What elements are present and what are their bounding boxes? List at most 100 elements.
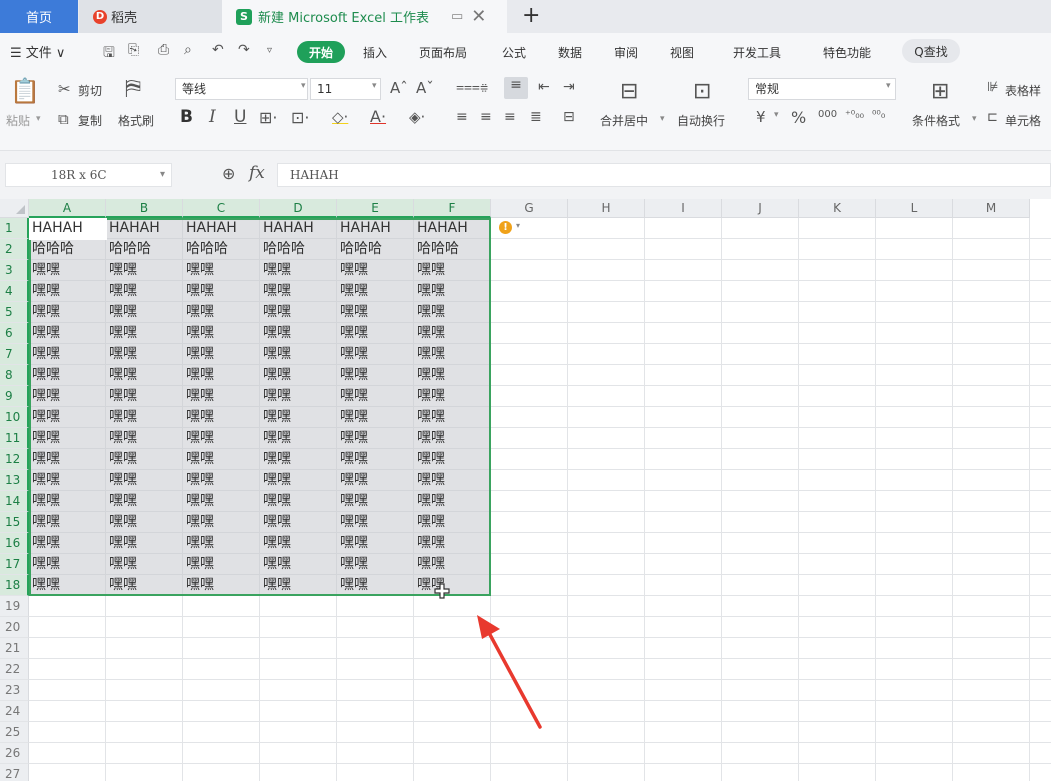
align-right-icon[interactable]: ≡ bbox=[504, 109, 516, 125]
cell-f2[interactable]: 哈哈哈 bbox=[414, 239, 491, 260]
cell-f14[interactable]: 嘿嘿 bbox=[414, 491, 491, 512]
row-header-10[interactable]: 10 bbox=[0, 407, 29, 428]
cell-e1[interactable]: HAHAH bbox=[337, 218, 414, 239]
menu-data[interactable]: 数据 bbox=[558, 44, 582, 61]
row-header-16[interactable]: 16 bbox=[0, 533, 29, 554]
name-box[interactable]: 18R x 6C ▾ bbox=[5, 163, 172, 187]
cell-b8[interactable]: 嘿嘿 bbox=[106, 365, 183, 386]
cell-b2[interactable]: 哈哈哈 bbox=[106, 239, 183, 260]
conditional-format-dropdown-icon[interactable]: ▾ bbox=[972, 114, 977, 124]
paste-icon[interactable]: 📋 bbox=[10, 77, 40, 105]
cell-b14[interactable]: 嘿嘿 bbox=[106, 491, 183, 512]
cell-style-button[interactable]: 单元格 bbox=[1005, 112, 1041, 129]
cell-e6[interactable]: 嘿嘿 bbox=[337, 323, 414, 344]
menu-developer[interactable]: 开发工具 bbox=[733, 44, 781, 61]
cell-d6[interactable]: 嘿嘿 bbox=[260, 323, 337, 344]
merge-dropdown-icon[interactable]: ▾ bbox=[660, 114, 665, 124]
file-menu[interactable]: ☰ 文件 ∨ bbox=[10, 42, 65, 61]
cell-c7[interactable]: 嘿嘿 bbox=[183, 344, 260, 365]
cell-f16[interactable]: 嘿嘿 bbox=[414, 533, 491, 554]
borders-icon[interactable]: ⊞· bbox=[259, 108, 278, 127]
row-header-7[interactable]: 7 bbox=[0, 344, 29, 365]
cell-e8[interactable]: 嘿嘿 bbox=[337, 365, 414, 386]
cell-f1[interactable]: HAHAH bbox=[414, 218, 491, 239]
conditional-format-button[interactable]: 条件格式 bbox=[912, 112, 960, 129]
cell-e5[interactable]: 嘿嘿 bbox=[337, 302, 414, 323]
column-header-l[interactable]: L bbox=[876, 199, 953, 218]
cell-a11[interactable]: 嘿嘿 bbox=[29, 428, 106, 449]
cell-e10[interactable]: 嘿嘿 bbox=[337, 407, 414, 428]
warning-dropdown-icon[interactable]: ▾ bbox=[516, 221, 520, 230]
search-button[interactable]: Q查找 bbox=[902, 39, 960, 63]
cell-f6[interactable]: 嘿嘿 bbox=[414, 323, 491, 344]
cell-a1[interactable]: HAHAH bbox=[29, 218, 106, 239]
align-top-icon[interactable]: ⩶ bbox=[456, 79, 480, 95]
cell-f13[interactable]: 嘿嘿 bbox=[414, 470, 491, 491]
align-center-icon[interactable]: ≡ bbox=[480, 109, 492, 125]
tab-home[interactable]: 首页 bbox=[0, 0, 78, 33]
column-header-h[interactable]: H bbox=[568, 199, 645, 218]
cell-d5[interactable]: 嘿嘿 bbox=[260, 302, 337, 323]
new-tab-button[interactable]: + bbox=[522, 3, 540, 28]
cell-a7[interactable]: 嘿嘿 bbox=[29, 344, 106, 365]
cell-b7[interactable]: 嘿嘿 bbox=[106, 344, 183, 365]
cell-a18[interactable]: 嘿嘿 bbox=[29, 575, 106, 596]
cell-f5[interactable]: 嘿嘿 bbox=[414, 302, 491, 323]
row-header-14[interactable]: 14 bbox=[0, 491, 29, 512]
cell-e7[interactable]: 嘿嘿 bbox=[337, 344, 414, 365]
font-color-icon[interactable]: A· bbox=[370, 107, 386, 126]
column-header-c[interactable]: C bbox=[183, 199, 260, 218]
cell-c17[interactable]: 嘿嘿 bbox=[183, 554, 260, 575]
cell-e17[interactable]: 嘿嘿 bbox=[337, 554, 414, 575]
cell-d8[interactable]: 嘿嘿 bbox=[260, 365, 337, 386]
cell-f8[interactable]: 嘿嘿 bbox=[414, 365, 491, 386]
cell-a6[interactable]: 嘿嘿 bbox=[29, 323, 106, 344]
cell-b4[interactable]: 嘿嘿 bbox=[106, 281, 183, 302]
cell-b6[interactable]: 嘿嘿 bbox=[106, 323, 183, 344]
row-header-21[interactable]: 21 bbox=[0, 638, 29, 659]
cell-d15[interactable]: 嘿嘿 bbox=[260, 512, 337, 533]
cell-c12[interactable]: 嘿嘿 bbox=[183, 449, 260, 470]
cell-d18[interactable]: 嘿嘿 bbox=[260, 575, 337, 596]
distributed-align-icon[interactable]: ⊟ bbox=[563, 109, 575, 125]
column-header-g[interactable]: G bbox=[491, 199, 568, 218]
cell-c9[interactable]: 嘿嘿 bbox=[183, 386, 260, 407]
column-header-j[interactable]: J bbox=[722, 199, 799, 218]
cell-f17[interactable]: 嘿嘿 bbox=[414, 554, 491, 575]
column-header-a[interactable]: A bbox=[29, 199, 106, 218]
menu-insert[interactable]: 插入 bbox=[363, 44, 387, 61]
row-header-12[interactable]: 12 bbox=[0, 449, 29, 470]
cell-b17[interactable]: 嘿嘿 bbox=[106, 554, 183, 575]
spreadsheet-grid[interactable]: A B C D E F G H I J K L M 1 2 3 4 5 6 7 8 9 10 11 12 13 14 15 16 17 18… bbox=[0, 199, 1051, 781]
cell-d9[interactable]: 嘿嘿 bbox=[260, 386, 337, 407]
cell-e14[interactable]: 嘿嘿 bbox=[337, 491, 414, 512]
cell-a15[interactable]: 嘿嘿 bbox=[29, 512, 106, 533]
row-header-27[interactable]: 27 bbox=[0, 764, 29, 781]
row-header-24[interactable]: 24 bbox=[0, 701, 29, 722]
cell-c5[interactable]: 嘿嘿 bbox=[183, 302, 260, 323]
cell-c1[interactable]: HAHAH bbox=[183, 218, 260, 239]
row-header-17[interactable]: 17 bbox=[0, 554, 29, 575]
merge-center-button[interactable]: 合并居中 bbox=[600, 112, 648, 129]
cell-f10[interactable]: 嘿嘿 bbox=[414, 407, 491, 428]
zoom-formula-icon[interactable]: ⊕ bbox=[222, 164, 235, 183]
cell-c18[interactable]: 嘿嘿 bbox=[183, 575, 260, 596]
cell-b3[interactable]: 嘿嘿 bbox=[106, 260, 183, 281]
cell-a17[interactable]: 嘿嘿 bbox=[29, 554, 106, 575]
cell-b5[interactable]: 嘿嘿 bbox=[106, 302, 183, 323]
cell-d14[interactable]: 嘿嘿 bbox=[260, 491, 337, 512]
font-size-select[interactable]: 11 bbox=[310, 78, 381, 100]
cell-e13[interactable]: 嘿嘿 bbox=[337, 470, 414, 491]
row-header-22[interactable]: 22 bbox=[0, 659, 29, 680]
print-preview-icon[interactable]: ⌕ bbox=[184, 42, 192, 58]
row-header-3[interactable]: 3 bbox=[0, 260, 29, 281]
redo-icon[interactable]: ↷ bbox=[238, 42, 250, 58]
italic-icon[interactable]: I bbox=[209, 107, 216, 127]
cell-d2[interactable]: 哈哈哈 bbox=[260, 239, 337, 260]
row-header-25[interactable]: 25 bbox=[0, 722, 29, 743]
cell-b9[interactable]: 嘿嘿 bbox=[106, 386, 183, 407]
justify-icon[interactable]: ≣ bbox=[530, 109, 542, 125]
cell-d13[interactable]: 嘿嘿 bbox=[260, 470, 337, 491]
row-header-4[interactable]: 4 bbox=[0, 281, 29, 302]
row-header-13[interactable]: 13 bbox=[0, 470, 29, 491]
